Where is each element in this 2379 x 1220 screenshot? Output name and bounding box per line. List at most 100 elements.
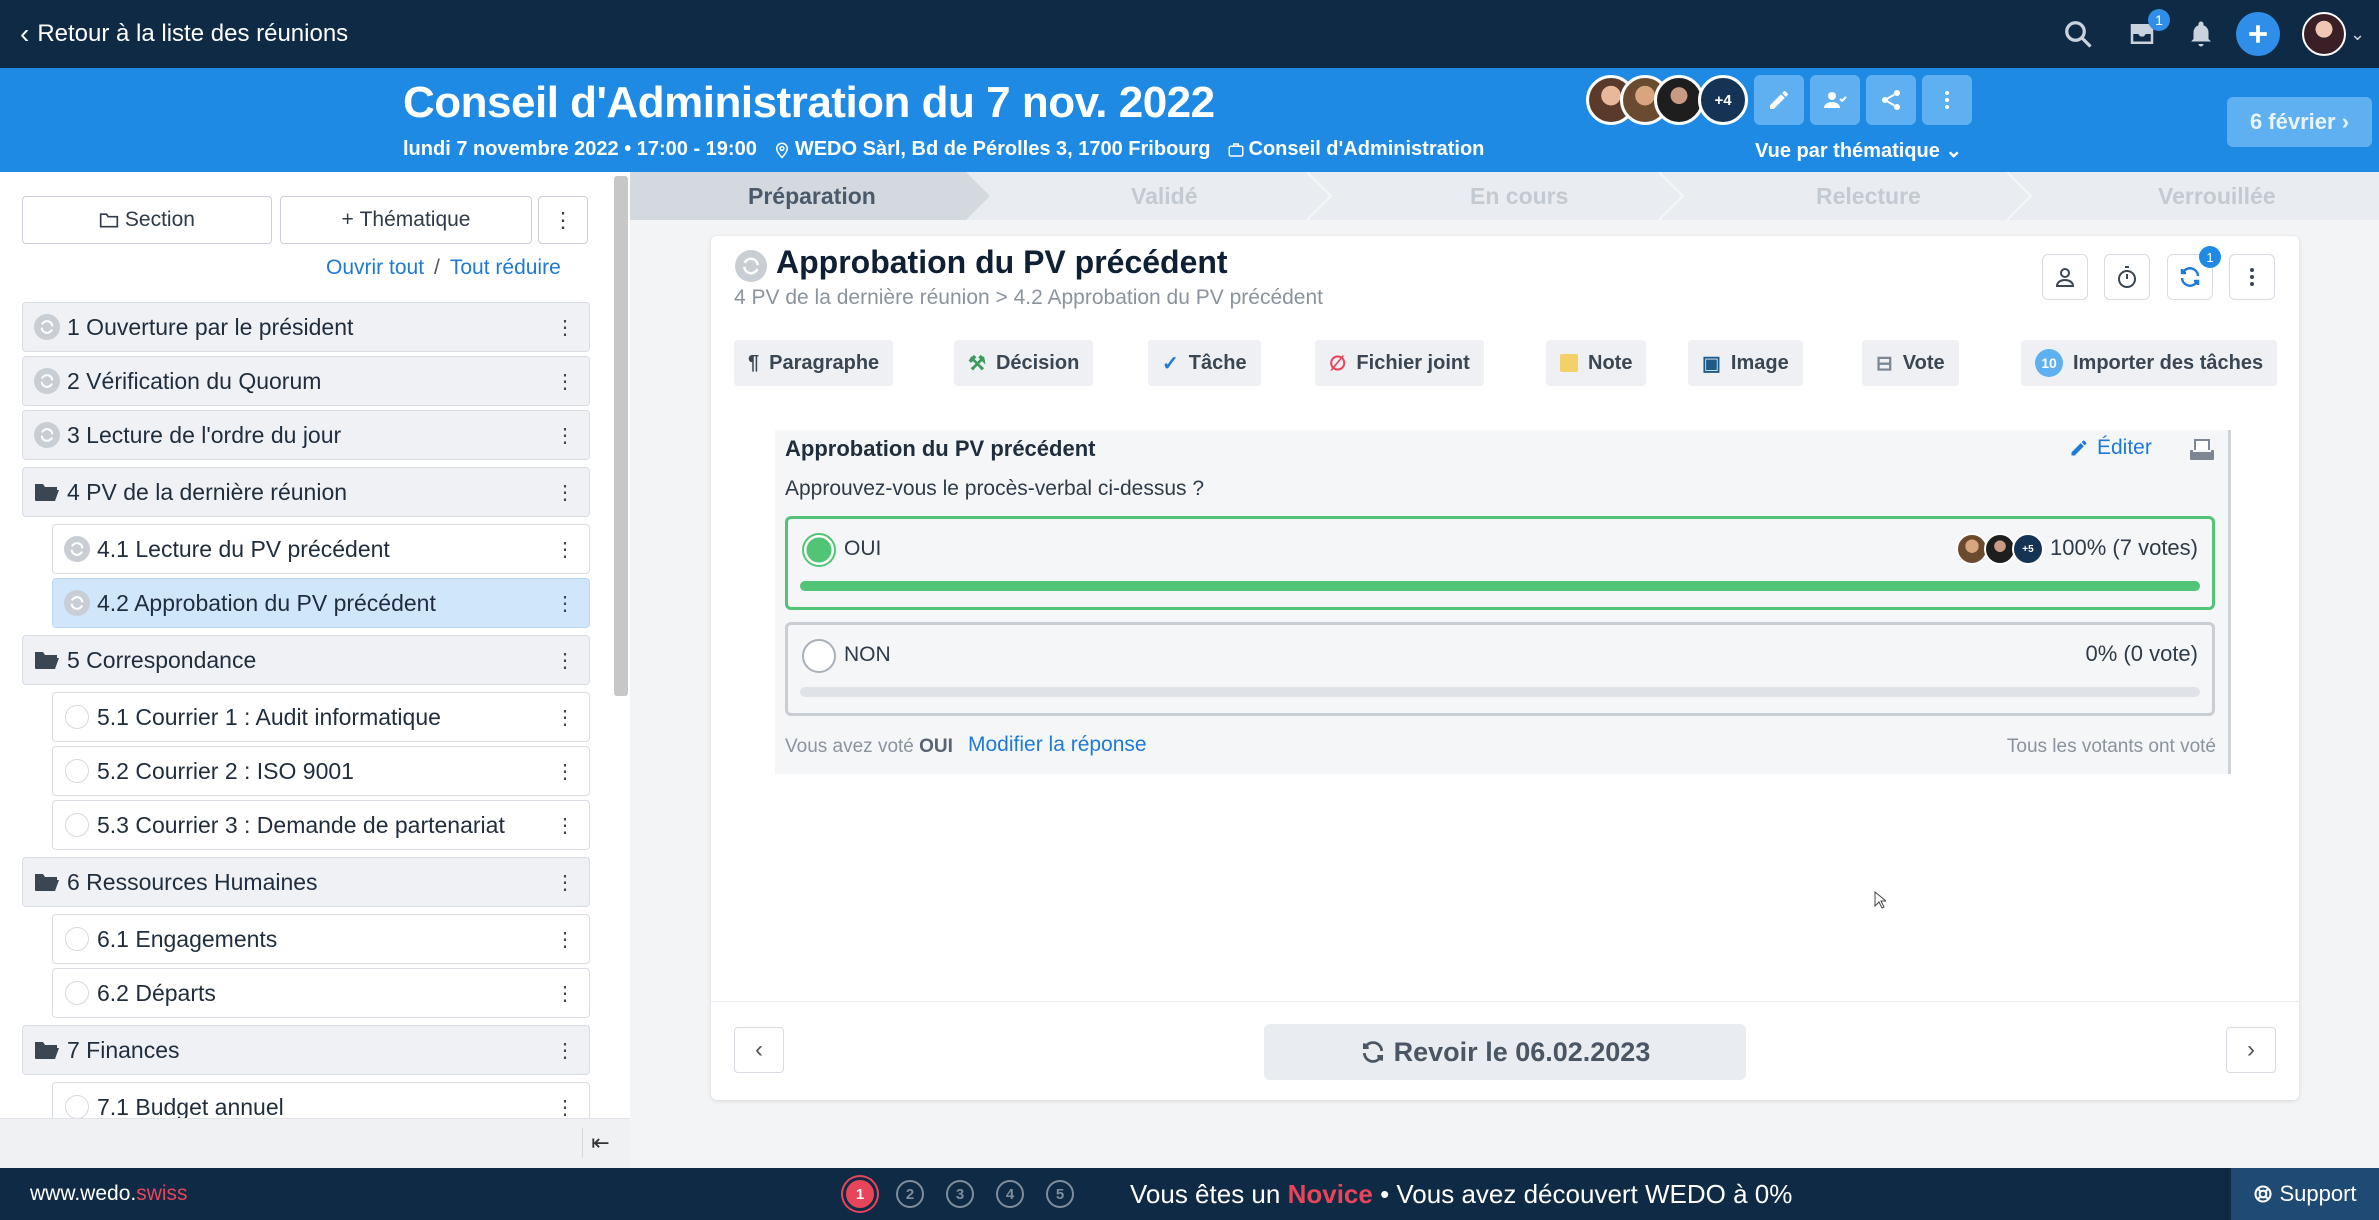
share-button[interactable] <box>1866 75 1916 125</box>
open-all-link[interactable]: Ouvrir tout <box>326 256 424 279</box>
sidebar-item[interactable]: 4 PV de la dernière réunion ⋮ <box>22 467 590 517</box>
manage-attendees-button[interactable] <box>1810 75 1860 125</box>
edit-vote-button[interactable]: Éditer <box>2069 436 2152 460</box>
step-preparation[interactable]: Préparation <box>630 172 990 220</box>
level-indicator[interactable]: 5 <box>1046 1180 1074 1208</box>
folder-open-icon <box>33 646 61 674</box>
sidebar-item[interactable]: 7 Finances ⋮ <box>22 1025 590 1075</box>
add-file-button[interactable]: ∅ Fichier joint <box>1315 340 1484 386</box>
ballot-box-icon[interactable] <box>2189 438 2215 462</box>
add-paragraph-button[interactable]: ¶ Paragraphe <box>734 340 894 386</box>
radio-selected[interactable] <box>802 533 836 567</box>
attendee-avatar[interactable] <box>1654 75 1704 125</box>
item-more-icon[interactable]: ⋮ <box>555 928 575 952</box>
sidebar-item[interactable]: 6.2 Départs ⋮ <box>52 968 590 1018</box>
users-icon <box>1824 92 1847 108</box>
assign-user-button[interactable] <box>2042 254 2088 300</box>
sidebar-scrollbar-thumb[interactable] <box>614 176 628 696</box>
import-tasks-button[interactable]: 10 Importer des tâches <box>2021 340 2278 386</box>
add-task-button[interactable]: ✓ Tâche <box>1148 340 1261 386</box>
bell-icon[interactable] <box>2181 14 2221 54</box>
next-topic-button[interactable]: › <box>2226 1027 2276 1073</box>
topic-more-button[interactable] <box>2229 254 2275 300</box>
level-indicator[interactable]: 4 <box>996 1180 1024 1208</box>
agenda-sidebar: Section + Thématique ⋮ Ouvrir tout / Tout … <box>0 172 630 1168</box>
sidebar-item[interactable]: 1 Ouverture par le président ⋮ <box>22 302 590 352</box>
sidebar-item[interactable]: 2 Vérification du Quorum ⋮ <box>22 356 590 406</box>
collapse-sidebar-button[interactable]: ⇤ <box>582 1128 618 1158</box>
add-section-button[interactable]: Section <box>22 196 272 244</box>
vote-option-no[interactable]: NON 0% (0 vote) <box>785 622 2215 716</box>
level-indicator[interactable]: 2 <box>896 1180 924 1208</box>
sidebar-item[interactable]: 6.1 Engagements ⋮ <box>52 914 590 964</box>
top-bar: ‹ Retour à la liste des réunions 1 ⌄ <box>0 0 2379 68</box>
level-indicator[interactable]: 1 <box>846 1180 874 1208</box>
sync-icon <box>63 589 91 617</box>
sidebar-item[interactable]: 4.2 Approbation du PV précédent ⋮ <box>52 578 590 628</box>
sidebar-item[interactable]: 5.3 Courrier 3 : Demande de partenariat ⋮ <box>52 800 590 850</box>
item-more-icon[interactable]: ⋮ <box>555 316 575 340</box>
sidebar-item[interactable]: 5.1 Courrier 1 : Audit informatique ⋮ <box>52 692 590 742</box>
search-icon[interactable] <box>2058 14 2098 54</box>
item-more-icon[interactable]: ⋮ <box>555 706 575 730</box>
add-vote-button[interactable]: ⊟ Vote <box>1862 340 1959 386</box>
add-decision-button[interactable]: ⚒ Décision <box>954 340 1094 386</box>
review-date-button[interactable]: Revoir le 06.02.2023 <box>1264 1024 1746 1080</box>
gavel-icon: ⚒ <box>968 352 986 375</box>
view-mode-label: Vue par thématique <box>1755 140 1940 162</box>
sidebar-item[interactable]: 3 Lecture de l'ordre du jour ⋮ <box>22 410 590 460</box>
sidebar-item-label: 7 Finances <box>67 1036 180 1063</box>
user-level-status: Vous êtes un Novice • Vous avez découver… <box>1130 1179 1792 1210</box>
note-label: Note <box>1588 351 1633 374</box>
decision-label: Décision <box>995 351 1080 374</box>
sidebar-item[interactable]: 6 Ressources Humaines ⋮ <box>22 857 590 907</box>
edit-meeting-button[interactable] <box>1754 75 1804 125</box>
item-more-icon[interactable]: ⋮ <box>555 1096 575 1120</box>
item-more-icon[interactable]: ⋮ <box>555 649 575 673</box>
more-attendees-badge[interactable]: +4 <box>1698 75 1748 125</box>
timer-button[interactable] <box>2104 254 2150 300</box>
sidebar-item-label: 5 Correspondance <box>67 646 257 673</box>
radio-unselected[interactable] <box>802 639 836 673</box>
sidebar-item-label: 4.2 Approbation du PV précédent <box>97 589 436 616</box>
add-theme-button[interactable]: + Thématique <box>280 196 532 244</box>
circle-icon <box>63 811 91 839</box>
sidebar-item[interactable]: 5 Correspondance ⋮ <box>22 635 590 685</box>
support-button[interactable]: Support <box>2231 1168 2379 1220</box>
user-avatar[interactable] <box>2302 12 2346 56</box>
sidebar-item[interactable]: 4.1 Lecture du PV précédent ⋮ <box>52 524 590 574</box>
item-more-icon[interactable]: ⋮ <box>555 760 575 784</box>
circle-icon <box>63 979 91 1007</box>
item-more-icon[interactable]: ⋮ <box>555 370 575 394</box>
next-meeting-button[interactable]: 6 février › <box>2227 97 2372 147</box>
add-note-button[interactable]: Note <box>1546 340 1647 386</box>
add-image-button[interactable]: ▣ Image <box>1688 340 1803 386</box>
lifebuoy-icon <box>2254 1185 2273 1203</box>
back-to-meetings-link[interactable]: ‹ Retour à la liste des réunions <box>20 0 348 68</box>
sidebar-more-button[interactable]: ⋮ <box>538 196 588 244</box>
item-more-icon[interactable]: ⋮ <box>555 814 575 838</box>
item-more-icon[interactable]: ⋮ <box>555 424 575 448</box>
item-more-icon[interactable]: ⋮ <box>555 592 575 616</box>
item-more-icon[interactable]: ⋮ <box>555 871 575 895</box>
pencil-icon <box>1770 90 1788 109</box>
sidebar-item-label: 3 Lecture de l'ordre du jour <box>67 421 342 448</box>
modify-vote-link[interactable]: Modifier la réponse <box>968 733 1147 757</box>
collapse-all-link[interactable]: Tout réduire <box>450 256 561 279</box>
view-mode-dropdown[interactable]: Vue par thématique ⌄ <box>1755 138 1962 163</box>
image-label: Image <box>1730 351 1789 374</box>
more-voters-badge: +5 <box>2012 533 2044 565</box>
chevron-down-icon[interactable]: ⌄ <box>2350 24 2365 45</box>
item-more-icon[interactable]: ⋮ <box>555 982 575 1006</box>
level-indicator[interactable]: 3 <box>946 1180 974 1208</box>
vote-option-yes[interactable]: OUI +5 100% (7 votes) <box>785 516 2215 610</box>
item-more-icon[interactable]: ⋮ <box>555 1039 575 1063</box>
item-more-icon[interactable]: ⋮ <box>555 538 575 562</box>
previous-topic-button[interactable]: ‹ <box>734 1027 784 1073</box>
meeting-group[interactable]: Conseil d'Administration <box>1249 138 1485 161</box>
add-icon[interactable] <box>2236 12 2280 56</box>
sidebar-item[interactable]: 5.2 Courrier 2 : ISO 9001 ⋮ <box>52 746 590 796</box>
site-link[interactable]: www.wedo.swiss <box>30 1182 188 1206</box>
more-options-button[interactable] <box>1922 75 1972 125</box>
item-more-icon[interactable]: ⋮ <box>555 481 575 505</box>
